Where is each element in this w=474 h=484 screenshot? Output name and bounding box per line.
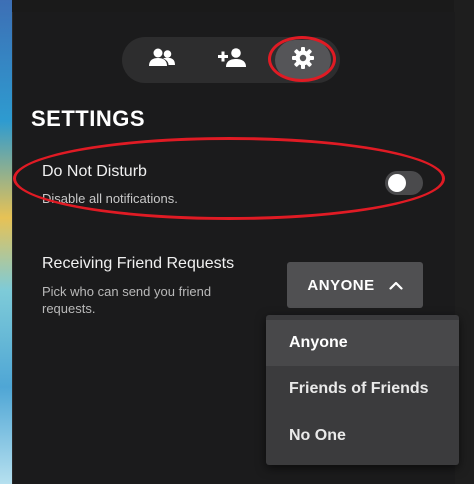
toggle-knob [388, 174, 406, 192]
dropdown-option-no-one[interactable]: No One [266, 413, 459, 459]
tab-settings-highlight [275, 40, 331, 80]
dropdown-selected-value: ANYONE [307, 276, 375, 294]
friends-icon [148, 47, 176, 74]
tab-bar [122, 37, 340, 83]
tab-settings[interactable] [273, 37, 333, 83]
dropdown-menu: Anyone Friends of Friends No One [266, 315, 459, 465]
do-not-disturb-label: Do Not Disturb [42, 163, 147, 180]
dropdown-option-friends-of-friends[interactable]: Friends of Friends [266, 366, 459, 412]
friend-requests-dropdown[interactable]: ANYONE [287, 262, 423, 308]
friend-requests-description: Pick who can send you friend requests. [42, 284, 212, 316]
do-not-disturb-toggle[interactable] [385, 171, 423, 195]
add-friend-icon [217, 47, 247, 74]
chevron-up-icon [388, 281, 403, 290]
page-title: SETTINGS [31, 106, 146, 131]
tab-friends[interactable] [132, 37, 192, 83]
tab-add-friend[interactable] [202, 37, 262, 83]
do-not-disturb-description: Disable all notifications. [42, 191, 178, 206]
gear-icon [291, 46, 315, 75]
background-art [0, 0, 12, 484]
dropdown-option-anyone[interactable]: Anyone [266, 320, 459, 366]
friend-requests-label: Receiving Friend Requests [42, 255, 235, 272]
